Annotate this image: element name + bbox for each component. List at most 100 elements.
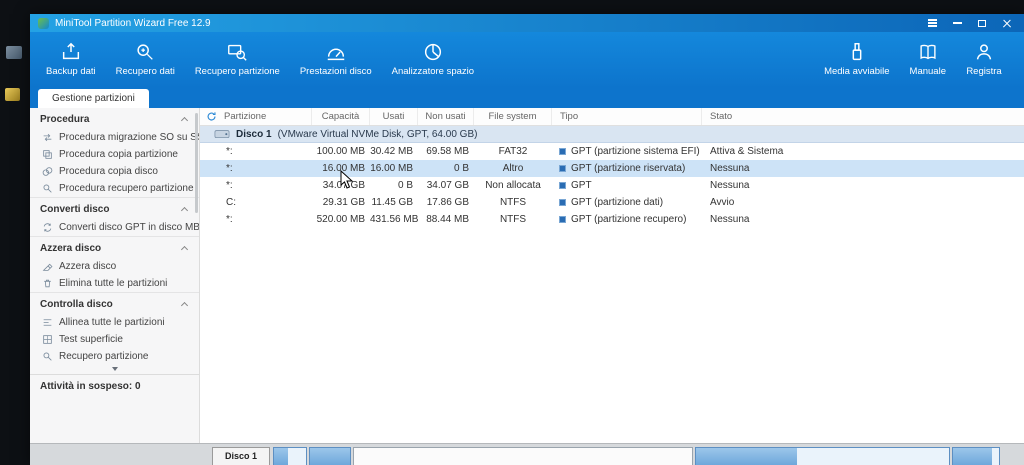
cell-file-system: Altro [474,163,552,174]
partition-type-label: GPT [571,180,592,191]
cell-file-system: Non allocata [474,180,552,191]
table-empty-area [200,228,1024,443]
sidebar-section-converti-disco: Converti disco Converti disco GPT in dis… [30,197,199,236]
toolbar-button-recupero-partizione[interactable]: Recupero partizione [187,38,288,80]
toolbar-button-label: Recupero dati [116,66,175,77]
chevron-up-icon[interactable] [181,246,188,253]
sidebar-item-allinea-tutte-le-partizioni[interactable]: Allinea tutte le partizioni [30,314,199,331]
diskmap-segment-used-fill [696,448,797,465]
sidebar-item-converti-disco-gpt-in-disco-mbr[interactable]: Converti disco GPT in disco MBR [30,219,199,236]
toolbar-button-prestazioni-disco[interactable]: Prestazioni disco [292,38,380,80]
sidebar-section-header[interactable]: Procedura [30,108,199,129]
minimize-icon [953,22,962,23]
diskmap-segment-used-fill [310,448,350,465]
cell-type: GPT (partizione riservata) [552,163,702,174]
cell-status: Nessuna [702,163,1024,174]
cell-partition: *: [200,146,312,157]
partition-type-label: GPT (partizione sistema EFI) [571,146,700,157]
cell-partition: *: [200,214,312,225]
sidebar-sections: Procedura Procedura migrazione SO su SSD… [30,108,199,365]
toolbar-group-right: Media avviabile Manuale Registra [816,38,1014,80]
column-header-usati[interactable]: Usati [370,108,418,125]
backup-icon [60,41,82,63]
copy-partition-icon [42,149,53,160]
chevron-up-icon[interactable] [181,207,188,214]
partition-row[interactable]: *: 34.07 GB 0 B 34.07 GB Non allocata GP… [200,177,1024,194]
disk-group-info: (VMware Virtual NVMe Disk, GPT, 64.00 GB… [278,129,478,140]
toolbar-button-analizzatore-spazio[interactable]: Analizzatore spazio [384,38,482,80]
sidebar-item-elimina-tutte-le-partizioni[interactable]: Elimina tutte le partizioni [30,275,199,292]
column-header-stato[interactable]: Stato [702,108,1024,125]
sidebar-scroll-down-button[interactable] [30,365,199,374]
cell-used: 0 B [370,180,418,191]
table-body: *: 100.00 MB 30.42 MB 69.58 MB FAT32 GPT… [200,143,1024,228]
sidebar-item-procedura-migrazione-so-su-ssd-hd[interactable]: Procedura migrazione SO su SSD/HD [30,129,199,146]
chevron-up-icon[interactable] [181,302,188,309]
column-header-non-usati[interactable]: Non usati [418,108,474,125]
toolbar-button-recupero-dati[interactable]: Recupero dati [108,38,183,80]
cell-partition: *: [200,180,312,191]
toolbar-group-left: Backup dati Recupero dati Recupero parti… [38,38,482,80]
sidebar-item-procedura-copia-partizione[interactable]: Procedura copia partizione [30,146,199,163]
diskmap-segment-used-fill [953,448,992,465]
disk-drive-icon [214,129,230,140]
maximize-button[interactable] [977,18,987,28]
refresh-icon [206,111,217,122]
cell-status: Nessuna [702,214,1024,225]
partition-row[interactable]: *: 16.00 MB 16.00 MB 0 B Altro GPT (part… [200,160,1024,177]
sidebar-item-procedura-recupero-partizione[interactable]: Procedura recupero partizione [30,180,199,197]
toolbar-button-registra[interactable]: Registra [958,38,1010,80]
window-controls [927,18,1012,28]
minimize-button[interactable] [952,18,962,28]
diskmap-segment-5[interactable] [952,447,1000,465]
partition-table: PartizioneCapacitàUsatiNon usatiFile sys… [200,108,1024,443]
convert-icon [42,222,53,233]
toolbar-button-media-avviabile[interactable]: Media avviabile [816,38,897,80]
sidebar-item-recupero-partizione[interactable]: Recupero partizione [30,348,199,365]
column-header-file-system[interactable]: File system [474,108,552,125]
menu-button[interactable] [927,18,937,28]
diskmap-disk-label[interactable]: Disco 1 [212,447,270,465]
sidebar-section-header[interactable]: Azzera disco [30,237,199,258]
window-title: MiniTool Partition Wizard Free 12.9 [55,18,211,29]
sidebar-item-test-superficie[interactable]: Test superficie [30,331,199,348]
sidebar-scrollbar[interactable] [195,113,198,213]
sidebar-item-label: Allinea tutte le partizioni [59,317,165,328]
menu-icon [928,22,937,23]
partition-type-square-icon [559,148,566,155]
partition-row[interactable]: *: 100.00 MB 30.42 MB 69.58 MB FAT32 GPT… [200,143,1024,160]
toolbar-button-manuale[interactable]: Manuale [902,38,954,80]
partition-row[interactable]: *: 520.00 MB 431.56 MB 88.44 MB NTFS GPT… [200,211,1024,228]
desktop-icon[interactable] [5,88,20,101]
sidebar-section-header[interactable]: Controlla disco [30,293,199,314]
sidebar-item-procedura-copia-disco[interactable]: Procedura copia disco [30,163,199,180]
diskmap-segment-4[interactable] [695,447,950,465]
magnifier-icon [42,183,53,194]
toolbar-button-label: Registra [966,66,1001,77]
sidebar-section-title: Converti disco [40,204,109,215]
tab-gestione-partizioni[interactable]: Gestione partizioni [38,89,149,108]
sidebar-item-azzera-disco[interactable]: Azzera disco [30,258,199,275]
diskmap-segment-1[interactable] [273,447,307,465]
desktop-icon[interactable] [6,46,22,59]
chevron-up-icon[interactable] [181,117,188,124]
sidebar-section-controlla-disco: Controlla disco Allinea tutte le partizi… [30,292,199,365]
close-button[interactable] [1002,18,1012,28]
refresh-button[interactable] [206,111,217,122]
cell-unused: 0 B [418,163,474,174]
column-header-capacit[interactable]: Capacità [312,108,370,125]
sidebar-section-header[interactable]: Converti disco [30,198,199,219]
diskmap-segment-3[interactable] [353,447,693,465]
erase-icon [42,261,53,272]
diskmap-segments [273,447,1000,465]
disk-group-row[interactable]: Disco 1 (VMware Virtual NVMe Disk, GPT, … [200,126,1024,143]
toolbar: Backup dati Recupero dati Recupero parti… [30,32,1024,88]
column-header-tipo[interactable]: Tipo [552,108,702,125]
trash-icon [42,278,53,289]
chevron-down-icon [112,367,118,371]
toolbar-button-backup-dati[interactable]: Backup dati [38,38,104,80]
partition-row[interactable]: C: 29.31 GB 11.45 GB 17.86 GB NTFS GPT (… [200,194,1024,211]
sidebar-item-label: Recupero partizione [59,351,149,362]
data-recovery-icon [134,41,156,63]
diskmap-segment-2[interactable] [309,447,351,465]
